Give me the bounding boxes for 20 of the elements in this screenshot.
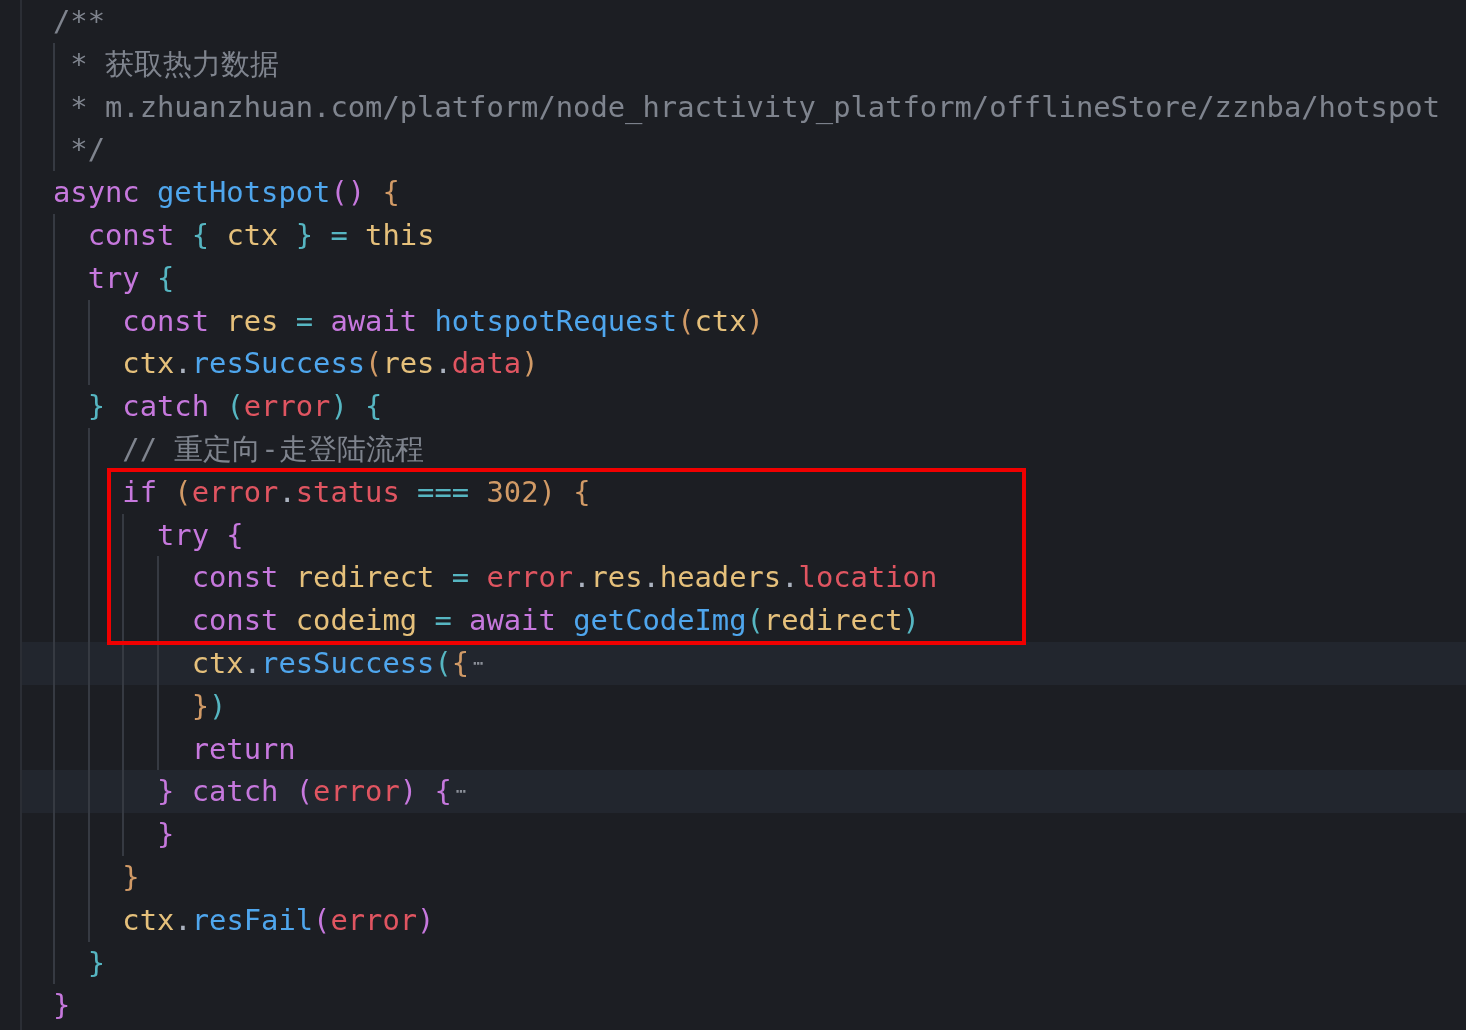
code-line: } (52, 987, 72, 1025)
code-line: async getHotspot() { (52, 174, 401, 212)
code-line: } (22, 813, 1466, 856)
code-line: * 获取热力数据 (22, 42, 1466, 86)
code-line: */ (22, 128, 1466, 172)
code-line: } catch (error) { (22, 385, 1466, 428)
code-line: } (22, 855, 1466, 899)
code-line: /** (52, 3, 106, 40)
code-line: // 重定向-走登陆流程 (22, 427, 1466, 471)
code-line: try { (22, 513, 1466, 557)
code-line: }) (22, 684, 1466, 728)
code-line: const redirect = error.res.headers.location (22, 556, 1466, 600)
code-line: ctx.resFail(error) (22, 898, 1466, 942)
code-line: * m.zhuanzhuan.com/platform/node_hractivity_platform/offlineStore/zznba/hotspot (22, 85, 1466, 129)
code-line: } (22, 941, 1466, 985)
code-line: ctx.resSuccess(res.data) (22, 342, 1466, 386)
code-line: const { ctx } = this (22, 214, 1466, 257)
code-line: const res = await hotspotRequest(ctx) (22, 299, 1466, 343)
code-line: try { (22, 256, 1466, 300)
code-line: if (error.status === 302) { (22, 470, 1466, 514)
